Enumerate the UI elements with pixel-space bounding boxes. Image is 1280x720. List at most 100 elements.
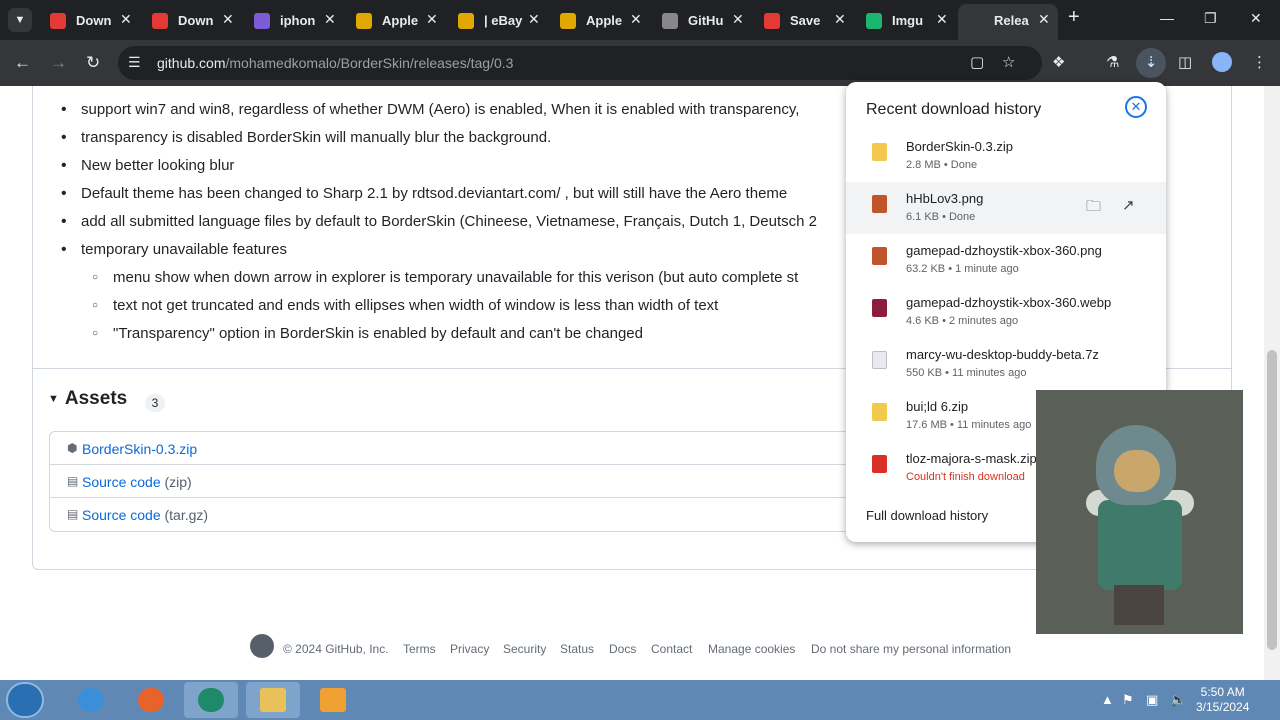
- browser-tab[interactable]: Apple ✕: [346, 6, 446, 34]
- taskbar-explorer[interactable]: [246, 682, 300, 718]
- taskbar-firefox[interactable]: [124, 682, 178, 718]
- profile-avatar[interactable]: [1212, 52, 1232, 72]
- tab-search-button[interactable]: ▼: [8, 8, 32, 32]
- download-item[interactable]: BorderSkin-0.3.zip 2.8 MB • Done: [846, 130, 1166, 182]
- download-status: 4.6 KB • 2 minutes ago: [906, 315, 1019, 327]
- browser-tab[interactable]: Imgu ✕: [856, 6, 956, 34]
- download-item[interactable]: marcy-wu-desktop-buddy-beta.7z 550 KB • 1…: [846, 338, 1166, 390]
- extensions-icon[interactable]: ❖: [1052, 53, 1065, 71]
- tab-close-icon[interactable]: ✕: [1038, 11, 1050, 28]
- address-bar[interactable]: ☰ github.com/mohamedkomalo/BorderSkin/re…: [118, 46, 1042, 80]
- download-bubble-title: Recent download history: [866, 101, 1042, 118]
- browser-tab[interactable]: Relea ✕: [958, 4, 1058, 40]
- assets-toggle[interactable]: ▼ Assets: [48, 388, 127, 410]
- tab-close-icon[interactable]: ✕: [834, 11, 846, 28]
- taskbar-browser[interactable]: [184, 682, 238, 718]
- footer-link-do-not-share[interactable]: Do not share my personal information: [811, 642, 1011, 656]
- flag-icon[interactable]: ⚑: [1122, 692, 1134, 708]
- tab-title: GitHu: [688, 13, 724, 28]
- download-item[interactable]: gamepad-dzhoystik-xbox-360.webp 4.6 KB • …: [846, 286, 1166, 338]
- menu-kebab-icon[interactable]: ⋮: [1252, 53, 1267, 71]
- github-logo-icon[interactable]: [250, 634, 274, 658]
- tab-close-icon[interactable]: ✕: [630, 11, 642, 28]
- open-folder-icon[interactable]: 🗀: [1086, 196, 1101, 221]
- asset-name: BorderSkin-0.3.zip: [82, 441, 198, 457]
- new-tab-button[interactable]: +: [1068, 6, 1080, 29]
- asset-link[interactable]: Source code (tar.gz): [82, 507, 208, 523]
- tab-close-icon[interactable]: ✕: [120, 11, 132, 28]
- tab-title: Imgu: [892, 13, 924, 28]
- package-icon: ⬢: [67, 441, 78, 455]
- download-status: 6.1 KB • Done: [906, 211, 976, 223]
- browser-tab[interactable]: Down ✕: [142, 6, 242, 34]
- download-file-name: hHbLov3.png: [906, 191, 984, 206]
- tab-title: Apple: [382, 13, 419, 28]
- asset-link[interactable]: BorderSkin-0.3.zip: [82, 441, 197, 457]
- network-icon[interactable]: ▣: [1146, 692, 1158, 708]
- minimize-button[interactable]: —: [1160, 10, 1174, 26]
- browser-tab[interactable]: iphon ✕: [244, 6, 344, 34]
- video-overlay[interactable]: [1036, 390, 1243, 634]
- footer-link-terms[interactable]: Terms: [403, 642, 436, 656]
- volume-muted-icon[interactable]: 🔈: [1170, 692, 1186, 708]
- file-zip-icon: ▤: [67, 507, 79, 521]
- asset-name: Source code: [82, 474, 161, 490]
- reload-icon[interactable]: ↻: [86, 53, 100, 73]
- browser-tab[interactable]: GitHu ✕: [652, 6, 752, 34]
- character-legs: [1114, 585, 1164, 625]
- character-face: [1114, 450, 1160, 492]
- install-app-icon[interactable]: ▢: [970, 53, 984, 71]
- download-item[interactable]: gamepad-dzhoystik-xbox-360.png 63.2 KB • …: [846, 234, 1166, 286]
- tab-close-icon[interactable]: ✕: [936, 11, 948, 28]
- taskbar-media[interactable]: [306, 682, 360, 718]
- tab-favicon: [662, 13, 678, 29]
- close-window-button[interactable]: ✕: [1250, 10, 1262, 27]
- footer-link-docs[interactable]: Docs: [609, 642, 636, 656]
- footer-link-manage-cookies[interactable]: Manage cookies: [708, 642, 795, 656]
- footer-link-status[interactable]: Status: [560, 642, 594, 656]
- lab-flask-icon[interactable]: ⚗: [1106, 53, 1119, 71]
- tab-title: Down: [178, 13, 214, 28]
- back-icon[interactable]: ←: [14, 53, 31, 73]
- close-icon[interactable]: ✕: [1125, 96, 1147, 118]
- bookmark-star-icon[interactable]: ☆: [1002, 53, 1015, 71]
- tab-close-icon[interactable]: ✕: [426, 11, 438, 28]
- tab-favicon: [764, 13, 780, 29]
- tab-close-icon[interactable]: ✕: [528, 11, 540, 28]
- tab-close-icon[interactable]: ✕: [732, 11, 744, 28]
- footer-link-security[interactable]: Security: [503, 642, 546, 656]
- full-download-history-link[interactable]: Full download history: [866, 508, 988, 523]
- taskbar-ie[interactable]: [64, 682, 118, 718]
- footer-link-contact[interactable]: Contact: [651, 642, 692, 656]
- browser-tab[interactable]: | eBay ✕: [448, 6, 548, 34]
- note-item: New better looking blur: [48, 152, 817, 180]
- tab-favicon: [560, 13, 576, 29]
- assets-title: Assets: [64, 388, 128, 409]
- url-text[interactable]: github.com/mohamedkomalo/BorderSkin/rele…: [157, 55, 513, 71]
- show-hidden-icons[interactable]: ▲: [1101, 692, 1114, 707]
- tab-favicon: [866, 13, 882, 29]
- browser-app-icon: [198, 688, 224, 712]
- open-external-icon[interactable]: ↗: [1122, 196, 1135, 214]
- footer-link-privacy[interactable]: Privacy: [450, 642, 489, 656]
- downloads-icon[interactable]: ⇣: [1136, 48, 1166, 78]
- image-icon: [872, 195, 887, 213]
- restore-button[interactable]: ❐: [1204, 10, 1217, 27]
- browser-tab[interactable]: Save ✕: [754, 6, 854, 34]
- tab-favicon: [968, 11, 984, 27]
- browser-tab[interactable]: Down ✕: [40, 6, 140, 34]
- side-panel-icon[interactable]: ◫: [1178, 53, 1192, 71]
- browser-tab[interactable]: Apple ✕: [550, 6, 650, 34]
- character-body: [1098, 500, 1182, 590]
- site-info-icon[interactable]: ☰: [128, 54, 141, 71]
- start-button[interactable]: [6, 682, 44, 718]
- system-clock[interactable]: 5:50 AM 3/15/2024: [1196, 685, 1249, 715]
- tab-close-icon[interactable]: ✕: [324, 11, 336, 28]
- asset-link[interactable]: Source code (zip): [82, 474, 192, 490]
- forward-icon[interactable]: →: [50, 53, 67, 73]
- download-item[interactable]: hHbLov3.png 6.1 KB • Done 🗀 ↗: [846, 182, 1166, 234]
- scrollbar-thumb[interactable]: [1267, 350, 1277, 650]
- footer-copyright: © 2024 GitHub, Inc.: [283, 642, 389, 656]
- tab-close-icon[interactable]: ✕: [222, 11, 234, 28]
- note-sub-item: menu show when down arrow in explorer is…: [48, 264, 817, 292]
